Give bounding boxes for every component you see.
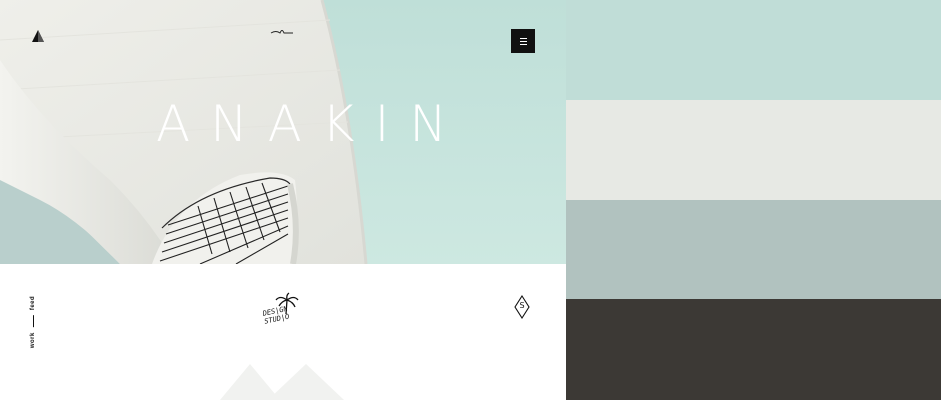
hamburger-menu-icon: [519, 37, 527, 39]
nav-link-work[interactable]: work: [30, 332, 36, 348]
hero-title: ANAKIN: [156, 95, 467, 153]
swatch-mint[interactable]: [566, 0, 941, 100]
hamburger-menu-button[interactable]: [511, 29, 535, 53]
diamond-badge[interactable]: S: [514, 295, 530, 319]
hero-section: ANAKIN: [0, 0, 566, 264]
nav-link-feed[interactable]: feed: [30, 296, 36, 310]
swatch-sage-gray[interactable]: [566, 200, 941, 299]
swatch-off-white[interactable]: [566, 100, 941, 200]
signature-mark-icon: [270, 30, 293, 34]
side-nav: work feed: [24, 296, 42, 348]
nav-divider: [32, 315, 34, 328]
design-studio-logo[interactable]: DES|GN STUD|O: [258, 292, 306, 336]
swatch-charcoal[interactable]: [566, 299, 941, 400]
triangle-logo-icon[interactable]: [31, 29, 45, 43]
website-preview: ANAKIN work feed DES|GN STUD|O S: [0, 0, 566, 400]
diamond-letter: S: [519, 301, 525, 310]
color-palette: [566, 0, 941, 400]
mountain-decoration: [220, 364, 344, 400]
